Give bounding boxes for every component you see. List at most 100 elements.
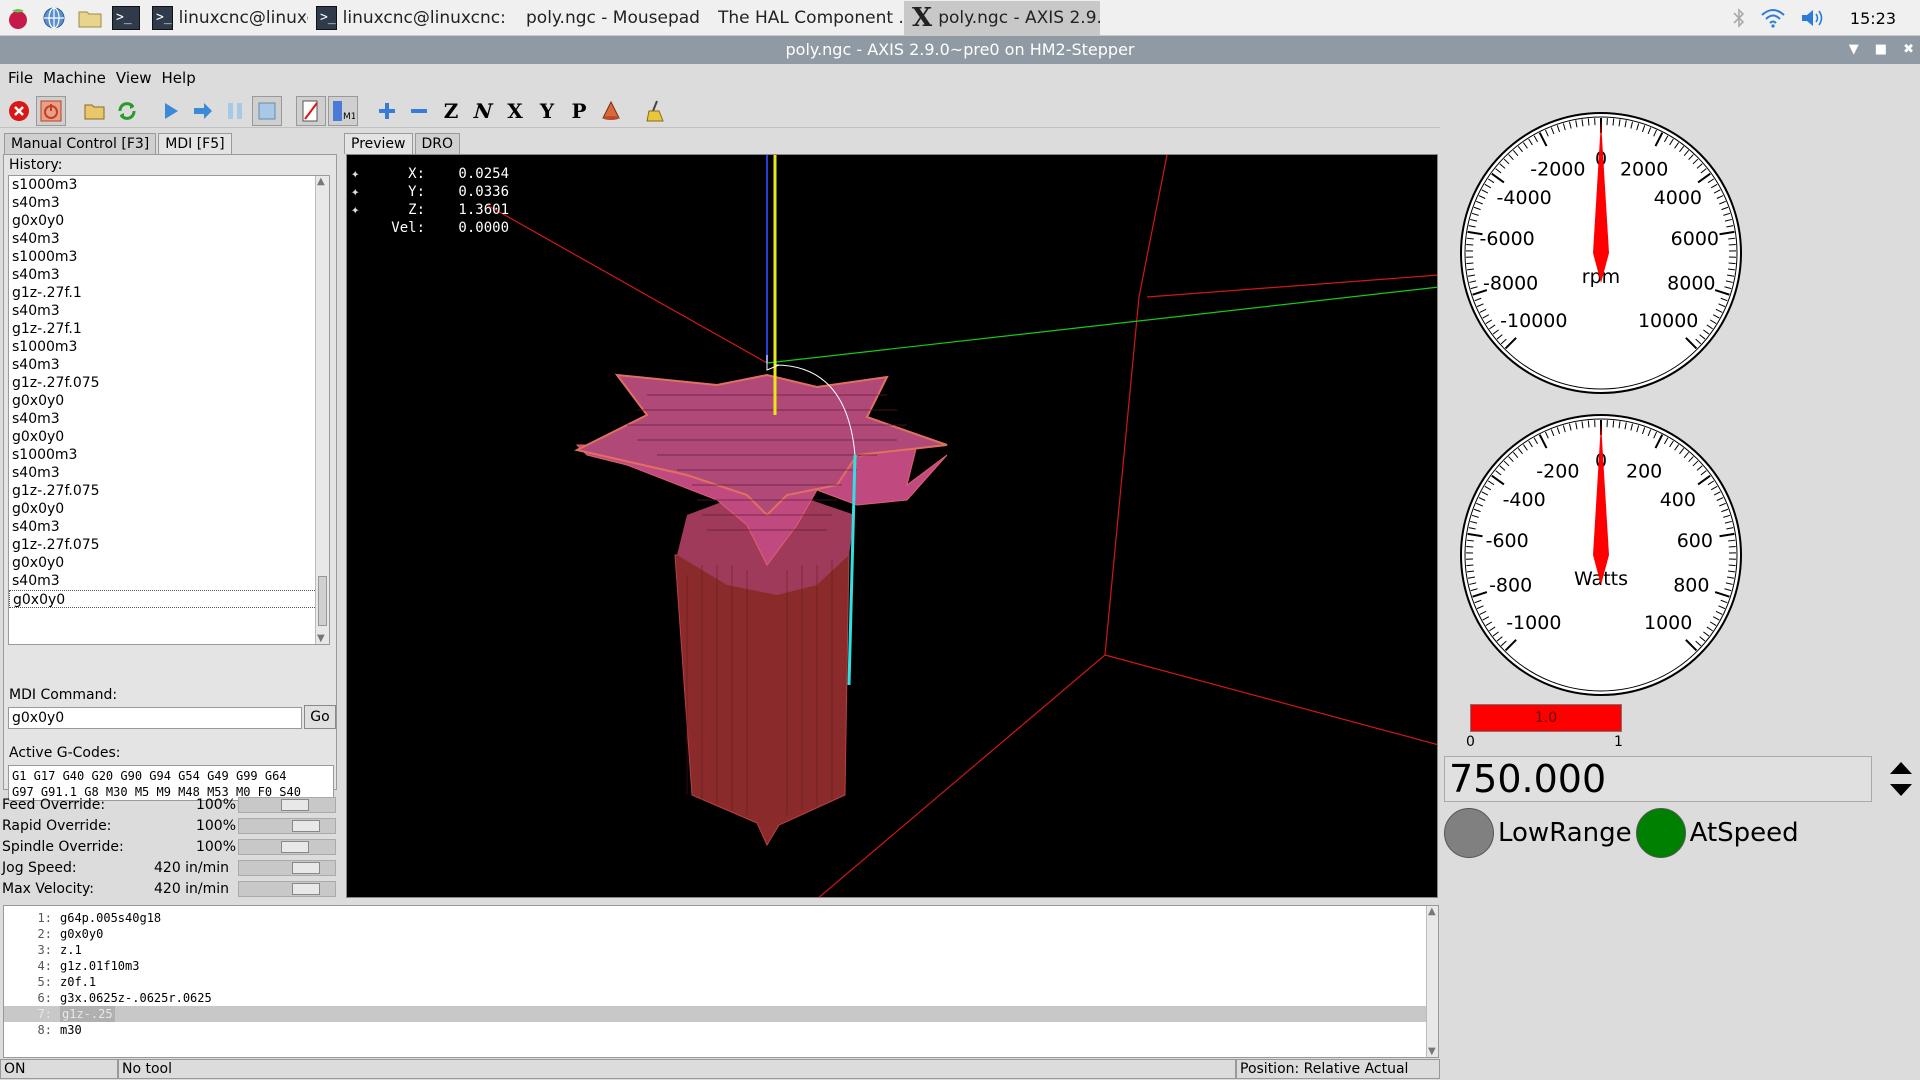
step-button[interactable] — [188, 96, 218, 126]
task-browser[interactable]: The HAL Component ... — [704, 1, 904, 35]
history-item[interactable]: g0x0y0 — [9, 392, 329, 410]
zoom-out-button[interactable] — [404, 96, 434, 126]
tab-dro[interactable]: DRO — [414, 133, 461, 154]
gcode-scrollbar[interactable]: ▲ ▼ — [1426, 906, 1438, 1057]
stop-button[interactable] — [252, 95, 282, 126]
scroll-up-icon[interactable]: ▲ — [317, 176, 325, 187]
slider-knob[interactable] — [281, 798, 309, 811]
view-y-button[interactable]: Y — [532, 96, 562, 126]
spin-up-icon[interactable] — [1890, 762, 1912, 774]
history-scrollbar[interactable]: ▲ ▼ — [315, 176, 329, 644]
history-item[interactable]: s40m3 — [9, 464, 329, 482]
slider-knob[interactable] — [292, 861, 320, 874]
history-item[interactable]: s40m3 — [9, 518, 329, 536]
tab-mdi[interactable]: MDI [F5] — [158, 133, 232, 154]
pause-button[interactable] — [220, 96, 250, 126]
history-item[interactable]: g0x0y0 — [9, 428, 329, 446]
zoom-in-button[interactable] — [372, 96, 402, 126]
run-button[interactable] — [156, 96, 186, 126]
history-item[interactable]: g1z-.27f.075 — [9, 536, 329, 554]
history-item[interactable]: s1000m3 — [9, 176, 329, 194]
machine-power-button[interactable] — [36, 95, 66, 126]
minor-tick — [1587, 420, 1590, 428]
history-item[interactable]: s40m3 — [9, 194, 329, 212]
tab-preview[interactable]: Preview — [344, 133, 413, 154]
menu-machine[interactable]: Machine — [39, 67, 110, 89]
spin-buttons[interactable] — [1886, 756, 1916, 802]
gcode-line[interactable]: 5: z0f.1 — [4, 974, 1438, 990]
raspberry-menu-button[interactable] — [0, 0, 36, 36]
gcode-line[interactable]: 3: z.1 — [4, 942, 1438, 958]
gcode-line[interactable]: 6: g3x.0625z-.0625r.0625 — [4, 990, 1438, 1006]
slider-knob[interactable] — [292, 819, 320, 832]
browser-launcher[interactable] — [36, 0, 72, 36]
file-manager-launcher[interactable] — [72, 0, 108, 36]
menu-view[interactable]: View — [112, 67, 156, 89]
override-slider[interactable] — [238, 817, 336, 834]
history-item[interactable]: g0x0y0 — [9, 590, 329, 608]
history-item[interactable]: s40m3 — [9, 410, 329, 428]
optional-stop-button[interactable]: M1 — [328, 95, 358, 126]
history-item[interactable]: g0x0y0 — [9, 554, 329, 572]
history-item[interactable]: s1000m3 — [9, 446, 329, 464]
history-item[interactable]: g1z-.27f.075 — [9, 374, 329, 392]
history-item[interactable]: s40m3 — [9, 572, 329, 590]
override-slider[interactable] — [238, 880, 336, 897]
gcode-line[interactable]: 4: g1z.01f10m3 — [4, 958, 1438, 974]
go-button[interactable]: Go — [304, 705, 336, 729]
task-terminal-2[interactable]: >_ linuxcnc@linuxcnc: ~ — [308, 1, 512, 35]
view-p-button[interactable]: P — [564, 96, 594, 126]
task-axis[interactable]: X poly.ngc - AXIS 2.9.0... — [904, 0, 1100, 35]
maximize-icon[interactable]: ■ — [1875, 36, 1887, 64]
history-item[interactable]: g1z-.27f.075 — [9, 482, 329, 500]
history-item[interactable]: s1000m3 — [9, 338, 329, 356]
wifi-icon[interactable] — [1760, 7, 1786, 29]
clear-backplot-button[interactable] — [640, 96, 670, 126]
gcode-line[interactable]: 1: g64p.005s40g18 — [4, 910, 1438, 926]
menu-help[interactable]: Help — [158, 67, 200, 89]
gcode-line[interactable]: 2: g0x0y0 — [4, 926, 1438, 942]
terminal-launcher[interactable]: >_ — [108, 0, 144, 36]
chevron-down-icon[interactable]: ▼ — [1849, 36, 1859, 64]
history-item[interactable]: g0x0y0 — [9, 212, 329, 230]
scroll-up-icon[interactable]: ▲ — [1428, 906, 1436, 917]
open-file-button[interactable] — [80, 96, 110, 126]
history-item[interactable]: g1z-.27f.1 — [9, 320, 329, 338]
bluetooth-icon[interactable] — [1732, 7, 1746, 29]
gcode-line[interactable]: 7: g1z-.25 — [4, 1006, 1438, 1022]
toolpath-preview[interactable]: ✦ X: 0.0254 ✦ Y: 0.0336 ✦ Z: 1.3601 Vel: 0.0000 — [346, 154, 1438, 898]
rotate-view-button[interactable] — [596, 96, 626, 126]
block-delete-button[interactable] — [296, 95, 326, 126]
view-x-button[interactable]: X — [500, 96, 530, 126]
history-item[interactable]: s40m3 — [9, 266, 329, 284]
close-icon[interactable]: ✖ — [1903, 36, 1914, 64]
task-mousepad[interactable]: poly.ngc - Mousepad — [512, 1, 704, 35]
history-item[interactable]: s40m3 — [9, 302, 329, 320]
history-item[interactable]: s40m3 — [9, 356, 329, 374]
menu-file[interactable]: File — [4, 67, 37, 89]
override-slider[interactable] — [238, 796, 336, 813]
slider-knob[interactable] — [281, 840, 309, 853]
override-slider[interactable] — [238, 859, 336, 876]
history-item[interactable]: g1z-.27f.1 — [9, 284, 329, 302]
scroll-down-icon[interactable]: ▼ — [1428, 1046, 1436, 1057]
history-item[interactable]: s1000m3 — [9, 248, 329, 266]
view-z2-button[interactable]: N — [468, 96, 498, 126]
mdi-command-input[interactable]: g0x0y0 — [8, 707, 302, 729]
view-z-button[interactable]: Z — [436, 96, 466, 126]
scroll-down-icon[interactable]: ▼ — [317, 633, 325, 644]
override-slider[interactable] — [238, 838, 336, 855]
volume-icon[interactable] — [1800, 7, 1826, 29]
gcode-line[interactable]: 8: m30 — [4, 1022, 1438, 1038]
task-terminal-1[interactable]: >_ linuxcnc@linuxcnc: ~ — [144, 1, 308, 35]
spin-down-icon[interactable] — [1890, 784, 1912, 796]
tab-manual-control[interactable]: Manual Control [F3] — [4, 133, 157, 154]
history-item[interactable]: g0x0y0 — [9, 500, 329, 518]
history-item[interactable]: s40m3 — [9, 230, 329, 248]
history-list[interactable]: s1000m3 s40m3 g0x0y0 s40m3 s1000m3 s40m3 g1z-.… — [8, 175, 330, 645]
estop-button[interactable] — [4, 96, 34, 126]
slider-knob[interactable] — [292, 882, 320, 895]
scroll-thumb[interactable] — [318, 576, 327, 626]
gcode-listing[interactable]: 1: g64p.005s40g18 2: g0x0y0 3: z.1 4: g1z.01f10… — [3, 905, 1439, 1058]
reload-button[interactable] — [112, 96, 142, 126]
